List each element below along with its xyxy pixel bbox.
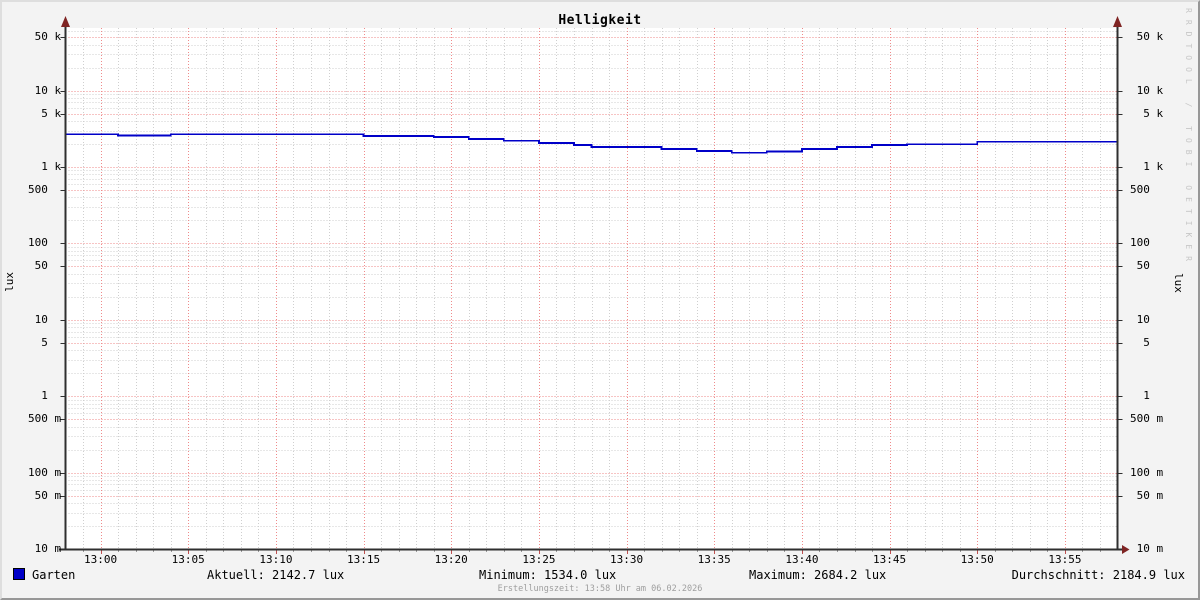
stat-aktuell: Aktuell: 2142.7 lux <box>207 568 345 582</box>
y-axis-unit-right: lux <box>1172 273 1185 293</box>
y-tick-label-right: 100 m <box>1130 465 1164 479</box>
x-tick-label: 13:00 <box>84 553 118 566</box>
y-tick-label-right: 100 <box>1130 236 1150 250</box>
y-tick-label-left: 50 k <box>28 30 62 44</box>
x-tick-label: 13:50 <box>960 553 994 566</box>
y-tick-label-right: 1 <box>1130 389 1150 403</box>
y-tick-label-left: 10 k <box>28 83 62 97</box>
x-tick-label: 13:30 <box>610 553 644 566</box>
x-tick-label: 13:45 <box>873 553 907 566</box>
y-tick-label-left: 500 <box>28 182 48 196</box>
x-tick-label: 13:05 <box>171 553 205 566</box>
y-tick-label-right: 10 k <box>1130 83 1164 97</box>
x-tick-label: 13:35 <box>697 553 731 566</box>
chart-title: Helligkeit <box>558 13 642 28</box>
rrdtool-graph: Helligkeit lux lux RRDTOOL / TOBI OETIKE… <box>0 0 1200 600</box>
y-tick-label-right: 500 m <box>1130 412 1164 426</box>
legend-series-label: Garten <box>32 568 76 582</box>
plot-area <box>59 16 1130 554</box>
y-tick-label-left: 1 <box>28 389 48 403</box>
y-tick-label-right: 5 k <box>1130 106 1164 120</box>
x-tick-label: 13:40 <box>785 553 819 566</box>
legend-color-swatch <box>13 568 25 580</box>
y-tick-label-right: 50 k <box>1130 30 1164 44</box>
y-tick-label-left: 100 m <box>28 465 62 479</box>
stat-durchschnitt: Durchschnitt: 2184.9 lux <box>1011 568 1185 582</box>
stat-minimum: Minimum: 1534.0 lux <box>479 568 617 582</box>
x-tick-label: 13:20 <box>434 553 468 566</box>
x-tick-label: 13:25 <box>522 553 556 566</box>
y-tick-label-right: 50 m <box>1130 488 1164 502</box>
y-tick-label-right: 1 k <box>1130 160 1164 173</box>
x-tick-label: 13:55 <box>1048 553 1082 566</box>
y-tick-label-left: 50 m <box>28 488 62 502</box>
x-tick-label: 13:10 <box>259 553 293 566</box>
y-tick-label-left: 1 k <box>28 160 62 173</box>
y-tick-label-right: 5 <box>1130 335 1150 349</box>
y-tick-label-right: 10 m <box>1130 542 1164 555</box>
y-tick-label-left: 500 m <box>28 412 62 426</box>
x-tick-label: 13:15 <box>347 553 381 566</box>
y-tick-label-left: 5 <box>28 335 48 349</box>
y-tick-label-left: 100 <box>28 236 48 250</box>
y-tick-label-right: 50 <box>1130 259 1150 273</box>
y-tick-label-left: 10 <box>28 312 48 326</box>
stat-maximum: Maximum: 2684.2 lux <box>749 568 887 582</box>
y-tick-label-left: 5 k <box>28 106 62 120</box>
y-axis-unit-left: lux <box>3 272 16 292</box>
creation-time-footer: Erstellungszeit: 13:58 Uhr am 06.02.2026 <box>497 584 703 594</box>
y-tick-label-right: 10 <box>1130 312 1150 326</box>
y-tick-label-left: 10 m <box>28 542 62 555</box>
y-tick-label-right: 500 <box>1130 182 1150 196</box>
rrdtool-watermark: RRDTOOL / TOBI OETIKER <box>1184 8 1193 268</box>
y-tick-label-left: 50 <box>28 259 48 273</box>
